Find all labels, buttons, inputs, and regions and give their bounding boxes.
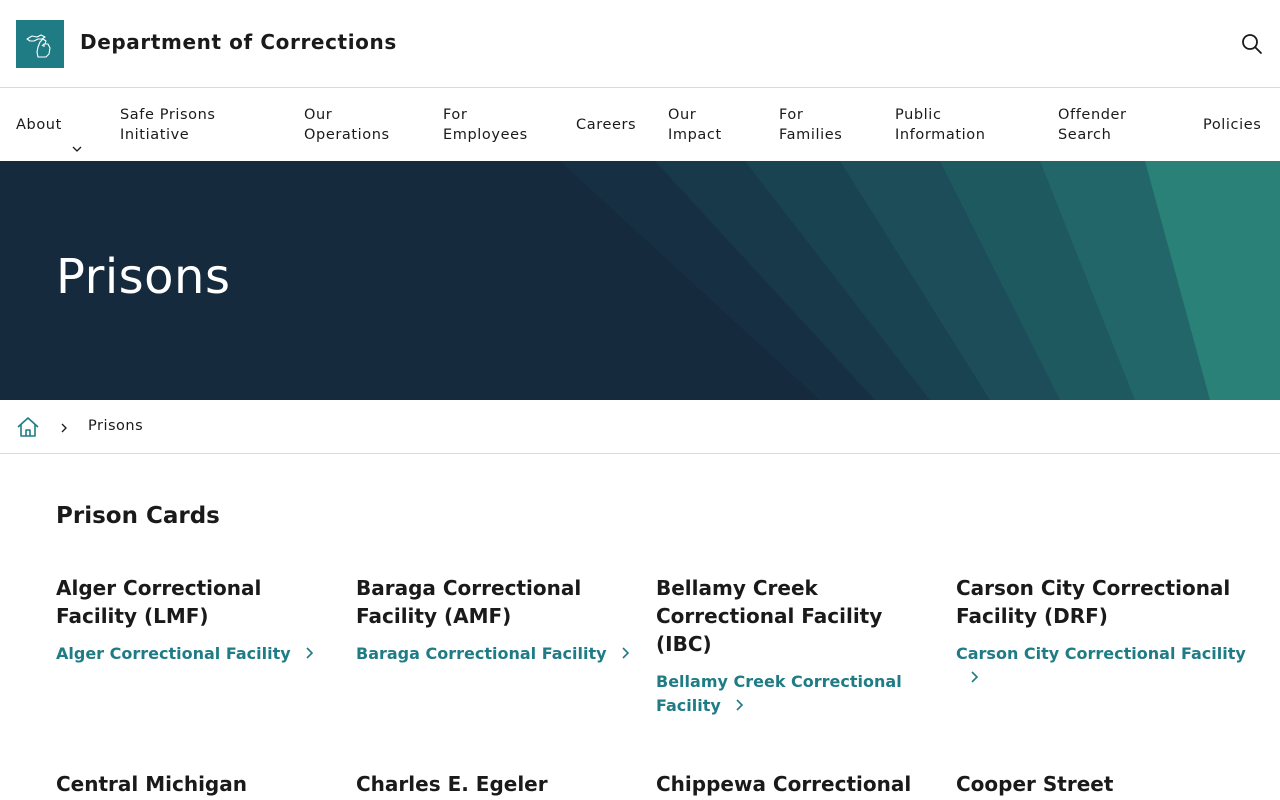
nav-item-our-operations[interactable]: Our Operations [304, 89, 390, 161]
breadcrumb-current: Prisons [88, 418, 144, 434]
chevron-right-icon [735, 695, 745, 711]
search-icon[interactable] [1240, 32, 1264, 56]
nav-item-safe-prisons-initiative[interactable]: Safe Prisons Initiative [120, 89, 216, 161]
breadcrumb: Prisons [0, 400, 1280, 454]
prison-card-charles-egeler: Charles E. Egeler [356, 770, 636, 798]
nav-item-label: Our Impact [668, 107, 722, 143]
site-header: Department of Corrections [0, 0, 1280, 88]
nav-item-policies[interactable]: Policies [1203, 89, 1261, 161]
prison-card-baraga: Baraga Correctional Facility (AMF) Barag… [356, 574, 636, 666]
prison-card-bellamy-creek: Bellamy Creek Correctional Facility (IBC… [656, 574, 916, 718]
site-title[interactable]: Department of Corrections [80, 30, 397, 54]
hero-banner: Prisons [0, 161, 1280, 400]
nav-item-public-information[interactable]: Public Information [895, 89, 986, 161]
chevron-down-icon [72, 120, 82, 152]
nav-item-label: Safe Prisons Initiative [120, 107, 216, 143]
prison-card-carson-city: Carson City Correctional Facility (DRF) … [956, 574, 1246, 690]
section-title: Prison Cards [56, 503, 220, 529]
chevron-right-icon [58, 420, 70, 434]
card-link-carson-city[interactable]: Carson City Correctional Facility [956, 642, 1246, 690]
prison-card-alger: Alger Correctional Facility (LMF) Alger … [56, 574, 336, 666]
card-title: Alger Correctional Facility (LMF) [56, 576, 262, 628]
nav-item-label: Offender Search [1058, 107, 1127, 143]
nav-item-label: For Employees [443, 107, 528, 143]
nav-item-label: Policies [1203, 117, 1262, 133]
prison-card-central-michigan: Central Michigan [56, 770, 336, 798]
nav-item-our-impact[interactable]: Our Impact [668, 89, 722, 161]
card-link-label: Carson City Correctional Facility [956, 644, 1246, 663]
nav-item-label: Our Operations [304, 107, 390, 143]
chevron-right-icon [621, 643, 631, 659]
card-title: Central Michigan [56, 772, 247, 796]
michigan-state-icon[interactable] [16, 20, 64, 68]
card-title: Bellamy Creek Correctional Facility (IBC… [656, 576, 883, 656]
card-title: Carson City Correctional Facility (DRF) [956, 576, 1231, 628]
main-nav: About Safe Prisons Initiative Our Operat… [0, 89, 1280, 161]
home-icon[interactable] [16, 415, 40, 439]
chevron-right-icon [305, 643, 315, 659]
nav-item-offender-search[interactable]: Offender Search [1058, 89, 1127, 161]
nav-item-label: For Families [779, 107, 843, 143]
prison-card-cooper-street: Cooper Street [956, 770, 1236, 798]
card-link-label: Bellamy Creek Correctional Facility [656, 672, 902, 715]
card-link-baraga[interactable]: Baraga Correctional Facility [356, 642, 636, 666]
nav-item-about[interactable]: About [16, 89, 82, 161]
nav-item-label: About [16, 117, 62, 133]
card-link-label: Baraga Correctional Facility [356, 644, 607, 663]
nav-item-label: Careers [576, 117, 637, 133]
nav-item-for-employees[interactable]: For Employees [443, 89, 528, 161]
nav-item-for-families[interactable]: For Families [779, 89, 842, 161]
nav-item-careers[interactable]: Careers [576, 89, 636, 161]
page-title: Prisons [56, 249, 231, 305]
card-title: Baraga Correctional Facility (AMF) [356, 576, 582, 628]
chevron-right-icon [970, 667, 980, 683]
card-title: Chippewa Correctional [656, 772, 912, 796]
card-title: Charles E. Egeler [356, 772, 548, 796]
card-link-label: Alger Correctional Facility [56, 644, 291, 663]
card-title: Cooper Street [956, 772, 1114, 796]
nav-item-label: Public Information [895, 107, 986, 143]
prison-card-chippewa: Chippewa Correctional [656, 770, 936, 798]
card-link-bellamy-creek[interactable]: Bellamy Creek Correctional Facility [656, 670, 916, 718]
card-link-alger[interactable]: Alger Correctional Facility [56, 642, 336, 666]
